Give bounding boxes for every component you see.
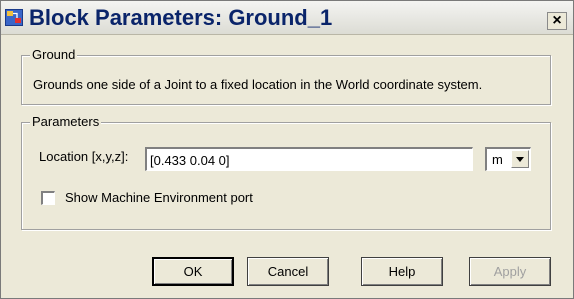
- window-title: Block Parameters: Ground_1: [29, 5, 333, 30]
- ok-button[interactable]: OK: [152, 257, 234, 286]
- chevron-down-icon[interactable]: [511, 150, 529, 168]
- simulink-block-icon: [5, 9, 23, 26]
- title-bar[interactable]: Block Parameters: Ground_1 ×: [1, 1, 573, 35]
- parameters-group: Parameters: [21, 114, 551, 230]
- help-button[interactable]: Help: [361, 257, 443, 286]
- apply-button: Apply: [469, 257, 551, 286]
- ground-group-legend: Ground: [30, 47, 78, 62]
- parameters-group-legend: Parameters: [30, 114, 102, 129]
- block-parameters-dialog: Block Parameters: Ground_1 × Ground Grou…: [0, 0, 574, 299]
- location-label: Location [x,y,z]:: [39, 149, 129, 164]
- ground-description: Grounds one side of a Joint to a fixed l…: [33, 77, 483, 92]
- show-machine-env-label[interactable]: Show Machine Environment port: [65, 190, 253, 205]
- cancel-button[interactable]: Cancel: [247, 257, 329, 286]
- unit-select-value: m: [492, 152, 503, 167]
- close-button[interactable]: ×: [547, 12, 567, 30]
- unit-select[interactable]: m: [485, 147, 531, 171]
- location-input[interactable]: [0.433 0.04 0]: [145, 147, 473, 171]
- show-machine-env-checkbox[interactable]: [41, 191, 55, 205]
